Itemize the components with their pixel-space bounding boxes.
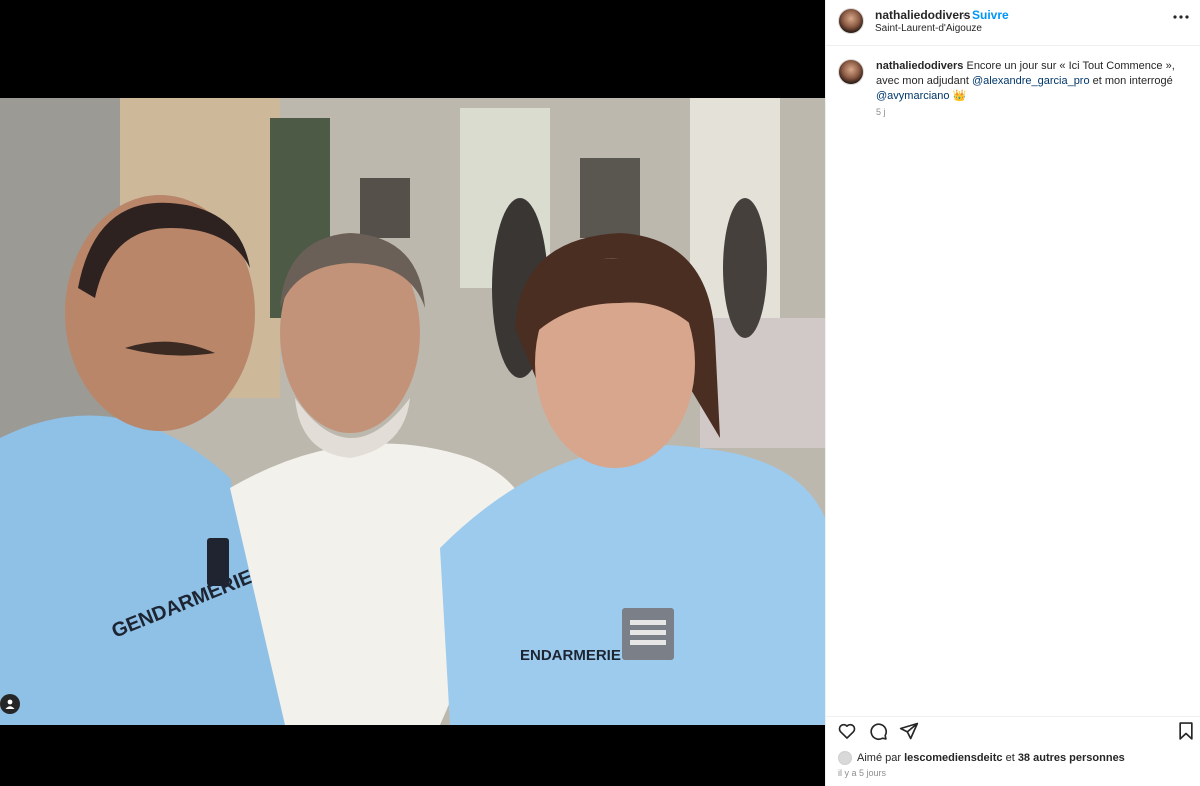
post-header: nathaliedodivers · Suivre Saint-Laurent-… [826, 0, 1200, 46]
caption-age: 5 j [876, 107, 886, 117]
mention-link-2[interactable]: @avymarciano [876, 90, 950, 102]
separator-dot: · [962, 8, 966, 22]
bookmark-icon[interactable] [1176, 721, 1196, 741]
follow-button[interactable]: Suivre [972, 8, 1009, 22]
liker-username[interactable]: lescomediensdeitc [904, 752, 1002, 764]
author-avatar[interactable] [838, 8, 864, 34]
selfie-illustration: GENDARMERIE ENDARMERIE [0, 98, 825, 725]
liker-avatar [838, 751, 852, 765]
heart-icon[interactable] [837, 721, 857, 741]
mention-link-1[interactable]: @alexandre_garcia_pro [972, 75, 1090, 87]
shirt-text-right: ENDARMERIE [520, 647, 621, 664]
caption-part-2: et mon interrogé [1089, 75, 1173, 87]
caption-username[interactable]: nathaliedodivers [876, 60, 963, 72]
user-tag-icon[interactable] [0, 694, 20, 714]
caption-text: nathaliedodivers Encore un jour sur « Ic… [876, 59, 1186, 104]
post-media[interactable]: GENDARMERIE ENDARMERIE [0, 0, 825, 786]
likes-prefix: Aimé par [857, 752, 905, 764]
likes-middle: et [1002, 752, 1018, 764]
post-photo: GENDARMERIE ENDARMERIE [0, 98, 825, 725]
caption-avatar[interactable] [838, 59, 864, 85]
post-side-panel: nathaliedodivers · Suivre Saint-Laurent-… [825, 0, 1200, 786]
likes-others[interactable]: 38 autres personnes [1018, 752, 1125, 764]
author-username[interactable]: nathaliedodivers [875, 8, 970, 22]
comment-icon[interactable] [868, 721, 888, 741]
more-dots-icon[interactable] [1171, 11, 1191, 23]
crown-emoji: 👑 [952, 90, 967, 102]
post-timestamp: il y a 5 jours [838, 768, 887, 778]
share-icon[interactable] [899, 721, 919, 741]
action-bar [826, 716, 1200, 744]
post-location[interactable]: Saint-Laurent-d'Aigouze [875, 23, 982, 34]
